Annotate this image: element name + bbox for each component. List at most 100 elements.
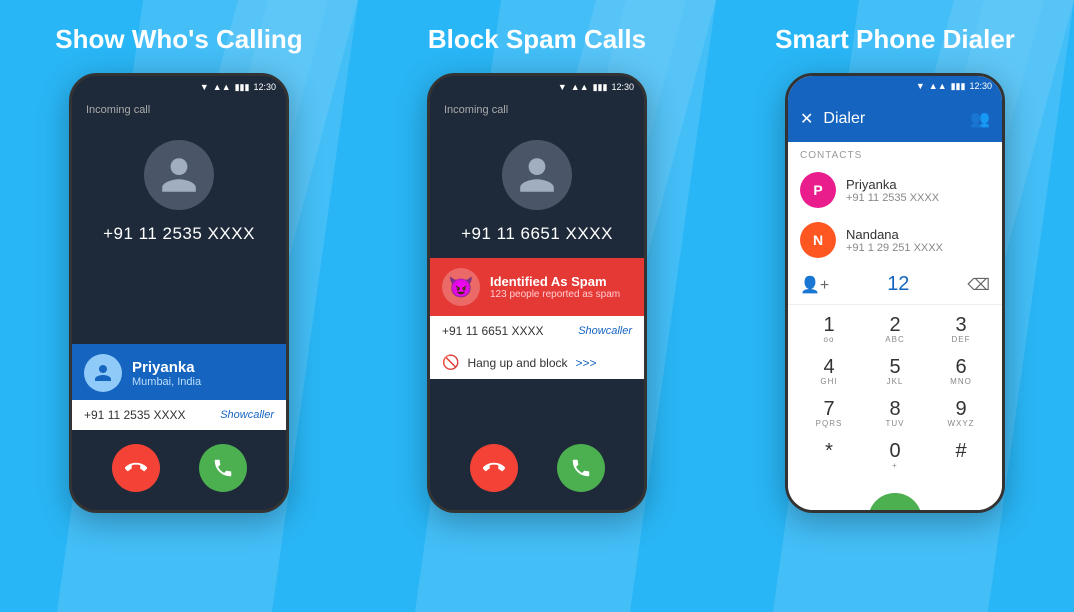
status-bar-1: ▼ ▲▲ ▮▮▮ 12:30 [72, 76, 286, 98]
key-2[interactable]: 2ABC [862, 309, 928, 351]
key-9[interactable]: 9WXYZ [928, 393, 994, 435]
call-icon-dialer [883, 508, 907, 513]
battery-icon-3: ▮▮▮ [951, 81, 966, 92]
backspace-icon[interactable]: ⌫ [967, 275, 990, 295]
decline-button-1[interactable] [112, 444, 160, 492]
keypad-grid: 1oo 2ABC 3DEF 4GHI 5JKL 6MNO 7PQRS 8TUV … [788, 305, 1002, 481]
caller-info-card: Priyanka Mumbai, India [72, 344, 286, 400]
status-time-1: 12:30 [253, 82, 276, 92]
key-1[interactable]: 1oo [796, 309, 862, 351]
caller-avatar-2 [502, 140, 572, 210]
decline-button-2[interactable] [470, 444, 518, 492]
caller-number-bottom-2: +91 11 6651 XXXX [442, 324, 544, 338]
spam-title: Identified As Spam [490, 274, 632, 289]
person-icon-2 [516, 154, 558, 196]
key-7[interactable]: 7PQRS [796, 393, 862, 435]
status-bar-2: ▼ ▲▲ ▮▮▮ 12:30 [430, 76, 644, 98]
hangup-row: 🚫 Hang up and block >>> [430, 346, 644, 379]
showcaller-link-2[interactable]: Showcaller [578, 325, 632, 337]
dialer-bottom [788, 481, 1002, 513]
contact-avatar-priyanka: P [800, 172, 836, 208]
key-5[interactable]: 5JKL [862, 351, 928, 393]
phone-1: ▼ ▲▲ ▮▮▮ 12:30 Incoming call +91 11 2535… [69, 73, 289, 513]
dialer-title: Dialer [823, 110, 960, 128]
key-6[interactable]: 6MNO [928, 351, 994, 393]
accept-icon-2 [570, 457, 592, 479]
caller-avatar-small [84, 354, 122, 392]
incoming-label-1: Incoming call [72, 98, 286, 120]
signal-icon: ▼ [200, 82, 209, 92]
ban-icon: 🚫 [442, 354, 459, 371]
caller-avatar-area-2: +91 11 6651 XXXX [430, 120, 644, 258]
caller-avatar-1 [144, 140, 214, 210]
contact-row-1[interactable]: P Priyanka +91 11 2535 XXXX [788, 165, 1002, 215]
hangup-arrow: >>> [576, 356, 597, 370]
section-block-spam: Block Spam Calls ▼ ▲▲ ▮▮▮ 12:30 Incoming… [358, 0, 716, 612]
wifi-icon-3: ▲▲ [929, 81, 947, 91]
caller-number-2: +91 11 6651 XXXX [461, 224, 613, 244]
person-icon-small [91, 361, 115, 385]
spam-text-area: Identified As Spam 123 people reported a… [490, 274, 632, 300]
contact-info-2: Nandana +91 1 29 251 XXXX [846, 227, 990, 254]
section-dialer: Smart Phone Dialer ▼ ▲▲ ▮▮▮ 12:30 ✕ Dial… [716, 0, 1074, 612]
caller-name: Priyanka [132, 359, 274, 376]
key-8[interactable]: 8TUV [862, 393, 928, 435]
key-3[interactable]: 3DEF [928, 309, 994, 351]
accept-button-2[interactable] [557, 444, 605, 492]
wifi-icon: ▲▲ [213, 82, 231, 92]
spam-icon: 😈 [442, 268, 480, 306]
caller-number-bottom: +91 11 2535 XXXX [84, 408, 186, 422]
hangup-text[interactable]: Hang up and block [467, 356, 567, 370]
contact-name-1: Priyanka [846, 177, 990, 192]
caller-number-row: +91 11 2535 XXXX Showcaller [72, 400, 286, 430]
status-time-3: 12:30 [969, 81, 992, 91]
call-button-dialer[interactable] [868, 493, 922, 513]
person-icon-1 [158, 154, 200, 196]
add-contact-icon[interactable]: 👤+ [800, 275, 829, 295]
call-actions-2 [430, 379, 644, 510]
caller-number-row-2: +91 11 6651 XXXX Showcaller [430, 316, 644, 346]
status-bar-3: ▼ ▲▲ ▮▮▮ 12:30 [788, 76, 1002, 96]
spam-subtitle: 123 people reported as spam [490, 289, 632, 300]
decline-icon-1 [125, 457, 147, 479]
caller-avatar-area-1: +91 11 2535 XXXX [72, 120, 286, 344]
spam-card: 😈 Identified As Spam 123 people reported… [430, 258, 644, 316]
dialer-header: ✕ Dialer 👥 [788, 96, 1002, 142]
contact-row-2[interactable]: N Nandana +91 1 29 251 XXXX [788, 215, 1002, 265]
accept-icon-1 [212, 457, 234, 479]
battery-icon-2: ▮▮▮ [593, 82, 608, 93]
close-icon[interactable]: ✕ [800, 109, 813, 129]
phone-3: ▼ ▲▲ ▮▮▮ 12:30 ✕ Dialer 👥 CONTACTS P Pri… [785, 73, 1005, 513]
signal-icon-2: ▼ [558, 82, 567, 92]
key-4[interactable]: 4GHI [796, 351, 862, 393]
caller-number-1: +91 11 2535 XXXX [103, 224, 255, 244]
contact-avatar-nandana: N [800, 222, 836, 258]
key-star[interactable]: * [796, 435, 862, 477]
section3-title: Smart Phone Dialer [775, 24, 1015, 55]
battery-icon: ▮▮▮ [235, 82, 250, 93]
section1-title: Show Who's Calling [55, 24, 302, 55]
contacts-icon[interactable]: 👥 [970, 109, 990, 129]
showcaller-link-1[interactable]: Showcaller [220, 409, 274, 421]
contacts-section-label: CONTACTS [788, 142, 1002, 165]
contact-name-2: Nandana [846, 227, 990, 242]
caller-location: Mumbai, India [132, 376, 274, 388]
section2-title: Block Spam Calls [428, 24, 646, 55]
dialer-input-row: 👤+ 12 ⌫ [788, 265, 1002, 305]
section-show-calling: Show Who's Calling ▼ ▲▲ ▮▮▮ 12:30 Incomi… [0, 0, 358, 612]
accept-button-1[interactable] [199, 444, 247, 492]
dialer-number-display[interactable]: 12 [837, 273, 959, 296]
key-0[interactable]: 0+ [862, 435, 928, 477]
key-hash[interactable]: # [928, 435, 994, 477]
contact-number-1: +91 11 2535 XXXX [846, 192, 990, 204]
signal-icon-3: ▼ [916, 81, 925, 91]
phone-2: ▼ ▲▲ ▮▮▮ 12:30 Incoming call +91 11 6651… [427, 73, 647, 513]
decline-icon-2 [483, 457, 505, 479]
incoming-label-2: Incoming call [430, 98, 644, 120]
status-time-2: 12:30 [611, 82, 634, 92]
caller-name-info: Priyanka Mumbai, India [132, 359, 274, 388]
contact-number-2: +91 1 29 251 XXXX [846, 242, 990, 254]
call-actions-1 [72, 430, 286, 510]
wifi-icon-2: ▲▲ [571, 82, 589, 92]
contact-info-1: Priyanka +91 11 2535 XXXX [846, 177, 990, 204]
